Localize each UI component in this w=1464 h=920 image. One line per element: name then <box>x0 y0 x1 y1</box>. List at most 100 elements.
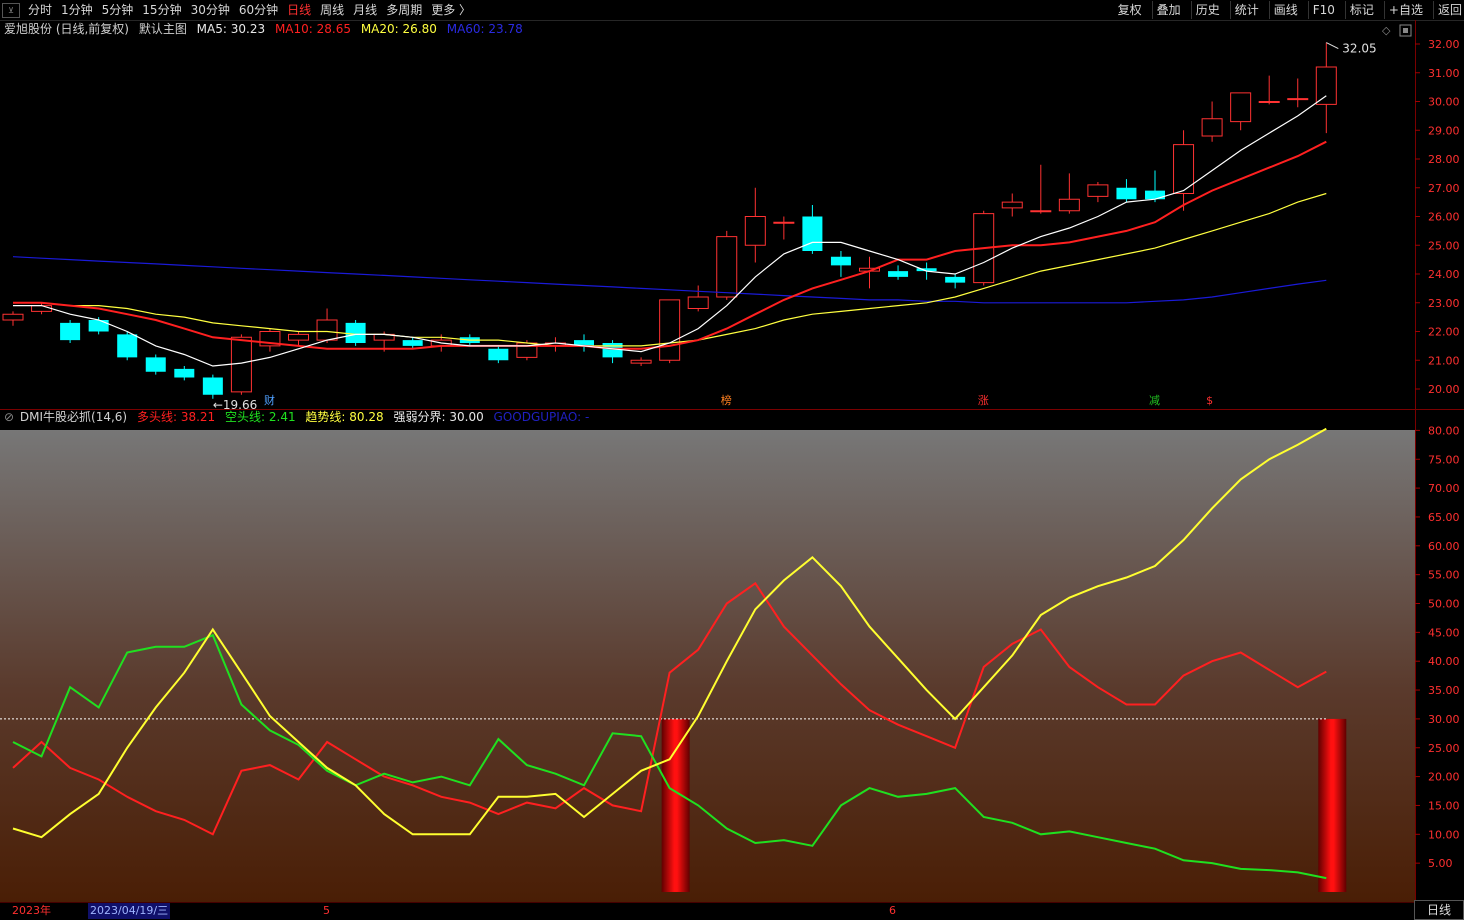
candle-body[interactable] <box>488 348 509 361</box>
candle-body[interactable] <box>1116 187 1137 200</box>
f10-button[interactable]: F10 <box>1307 1 1335 19</box>
event-marker[interactable]: 财 <box>264 393 275 407</box>
month-6-label: 6 <box>889 904 896 917</box>
candle-body[interactable] <box>88 320 109 332</box>
candlestick-chart[interactable]: 32.00 31.00 30.00 29.00 28.00 27.00 26.00 25.00… <box>0 20 1464 410</box>
indicator-tick-label: 20.00 <box>1428 771 1460 784</box>
tab-multi-period[interactable]: 多周期 <box>386 1 422 19</box>
candle-body[interactable] <box>659 299 681 361</box>
tab-weekly[interactable]: 周线 <box>320 1 344 19</box>
tab-60min[interactable]: 60分钟 <box>239 1 278 19</box>
candle-body[interactable] <box>773 221 795 224</box>
indicator-tick-label: 60.00 <box>1428 540 1460 553</box>
price-tick-label: 23.00 <box>1428 297 1460 310</box>
indicator-tick-label: 75.00 <box>1428 453 1460 466</box>
high-price-label: 32.05 <box>1342 42 1376 56</box>
indicator-tick-label: 65.00 <box>1428 511 1460 524</box>
selected-date: 2023/04/19/三 <box>88 903 171 919</box>
history-button[interactable]: 历史 <box>1190 1 1220 19</box>
year-label: 2023年 <box>12 904 51 917</box>
indicator-tick-label: 45.00 <box>1428 626 1460 639</box>
candle-body[interactable] <box>345 322 366 343</box>
candle-body[interactable] <box>1315 66 1337 105</box>
window-menu-icon[interactable]: ⊻ <box>2 3 20 18</box>
candle-body[interactable] <box>1145 190 1165 200</box>
candle-body[interactable] <box>2 313 24 321</box>
indicator-tick-label: 5.00 <box>1428 857 1453 870</box>
statistics-button[interactable]: 统计 <box>1229 1 1259 19</box>
candle-body[interactable] <box>31 305 53 312</box>
top-toolbar: ⊻ 分时 1分钟 5分钟 15分钟 30分钟 60分钟 日线 周线 月线 多周期… <box>0 0 1464 21</box>
candle-body[interactable] <box>687 296 709 309</box>
tab-5min[interactable]: 5分钟 <box>102 1 134 19</box>
tab-1min[interactable]: 1分钟 <box>61 1 93 19</box>
indicator-tick-label: 35.00 <box>1428 684 1460 697</box>
candle-body[interactable] <box>1058 198 1080 212</box>
candle-body[interactable] <box>60 322 81 341</box>
price-tick-label: 27.00 <box>1428 182 1460 195</box>
diamond-icon[interactable]: ◇ <box>1382 24 1391 37</box>
candle-body[interactable] <box>1258 101 1280 103</box>
price-tick-label: 21.00 <box>1428 354 1460 367</box>
candle-body[interactable] <box>1001 201 1023 209</box>
signal-bar <box>1318 718 1347 892</box>
candle-body[interactable] <box>1030 210 1052 213</box>
candle-body[interactable] <box>830 256 851 266</box>
candle-body[interactable] <box>316 319 338 341</box>
price-tick-label: 30.00 <box>1428 96 1460 109</box>
period-indicator[interactable]: 日线 <box>1414 900 1464 920</box>
price-tick-label: 29.00 <box>1428 124 1460 137</box>
event-marker[interactable]: 减 <box>1149 394 1160 407</box>
tab-daily[interactable]: 日线 <box>287 1 311 19</box>
price-tick-label: 24.00 <box>1428 268 1460 281</box>
add-watchlist-button[interactable]: +自选 <box>1383 1 1423 19</box>
event-marker[interactable]: 榜 <box>721 393 732 407</box>
tab-more[interactable]: 更多 〉 <box>431 1 471 19</box>
dmi-indicator-chart[interactable]: 80.00 75.00 70.00 65.00 60.00 55.00 50.00 45.00… <box>0 410 1464 902</box>
month-5-label: 5 <box>323 904 330 917</box>
candle-body[interactable] <box>1087 184 1109 197</box>
candle-body[interactable] <box>630 359 652 364</box>
candle-body[interactable] <box>230 336 252 393</box>
top-right-controls: ◇ <box>1382 24 1412 37</box>
tab-monthly[interactable]: 月线 <box>353 1 377 19</box>
mark-button[interactable]: 标记 <box>1344 1 1374 19</box>
candle-body[interactable] <box>716 236 738 298</box>
tab-30min[interactable]: 30分钟 <box>191 1 230 19</box>
price-tick-label: 26.00 <box>1428 211 1460 224</box>
candle-body[interactable] <box>288 333 309 341</box>
overlay-button[interactable]: 叠加 <box>1151 1 1181 19</box>
indicator-tick-label: 55.00 <box>1428 569 1460 582</box>
price-tick-label: 32.00 <box>1428 38 1460 51</box>
high-price-pointer <box>1326 42 1339 50</box>
indicator-tick-label: 70.00 <box>1428 482 1460 495</box>
candle-body[interactable] <box>117 334 138 358</box>
event-marker[interactable]: 涨 <box>978 394 989 407</box>
indicator-tick-label: 10.00 <box>1428 828 1460 841</box>
candle-body[interactable] <box>888 271 909 277</box>
candle-body[interactable] <box>1287 98 1309 101</box>
candle-body[interactable] <box>1230 92 1252 123</box>
candle-body[interactable] <box>1201 118 1223 137</box>
price-tick-label: 22.00 <box>1428 326 1460 339</box>
indicator-tick-label: 80.00 <box>1428 424 1460 437</box>
indicator-tick-label: 25.00 <box>1428 742 1460 755</box>
indicator-tick-label: 50.00 <box>1428 598 1460 611</box>
back-button[interactable]: 返回 <box>1432 1 1462 19</box>
price-tick-label: 25.00 <box>1428 239 1460 252</box>
tab-fenshi[interactable]: 分时 <box>28 1 52 19</box>
candle-body[interactable] <box>602 343 623 358</box>
candle-body[interactable] <box>402 340 423 346</box>
candle-body[interactable] <box>744 216 766 246</box>
fuquan-button[interactable]: 复权 <box>1118 1 1142 19</box>
date-axis: 2023年 2023/04/19/三 5 6 <box>0 902 1464 919</box>
candle-body[interactable] <box>174 368 195 378</box>
candle-body[interactable] <box>945 276 966 283</box>
tab-15min[interactable]: 15分钟 <box>142 1 181 19</box>
candle-body[interactable] <box>145 357 166 372</box>
candle-body[interactable] <box>202 377 223 395</box>
draw-line-button[interactable]: 画线 <box>1268 1 1298 19</box>
event-marker[interactable]: $ <box>1206 394 1213 407</box>
expand-icon-inner <box>1403 28 1408 33</box>
price-tick-label: 20.00 <box>1428 383 1460 396</box>
